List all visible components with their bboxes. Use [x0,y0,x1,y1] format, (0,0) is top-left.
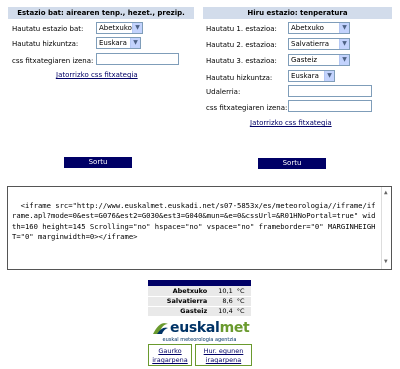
next-days-forecast-link[interactable]: Hur. egunen iragarpena [195,344,252,366]
temperature-value: 10,4 [209,306,235,317]
table-row: Gasteiz 10,4 °C [148,306,251,317]
temperature-value: 8,6 [209,296,235,307]
euskalmet-logo: euskalmet euskal meteorologia agentzia [148,320,251,344]
temperature-table: Abetxuko 10,1 °C Salvatierra 8,6 °C Gast… [148,286,251,317]
station-select[interactable]: Abetxuko ▼ [96,22,143,34]
logo-text-a: euskal [170,319,220,336]
station-name: Salvatierra [148,296,210,307]
scroll-down-arrow-icon[interactable]: ▼ [384,257,388,268]
station-name: Abetxuko [148,286,210,297]
town-input[interactable] [288,85,372,97]
chevron-down-icon: ▼ [132,23,142,33]
generate-three-button[interactable]: Sortu [258,158,326,169]
temperature-unit: °C [234,306,251,317]
css-file-input[interactable] [96,53,179,65]
language-select[interactable]: Euskara ▼ [96,37,141,49]
station-select-label: Hautatu estazio bat: [12,25,84,33]
town-label: Udalerria: [206,88,241,96]
chevron-down-icon: ▼ [324,71,334,81]
language-select-value: Euskara [99,39,127,47]
iframe-code-textarea[interactable]: <iframe src="http://www.euskalmet.euskad… [7,186,392,270]
station3-select[interactable]: Gasteiz ▼ [288,54,350,66]
single-station-panel: Estazio bat: airearen tenp., hezet., pre… [8,7,194,19]
euskalmet-logo-icon [153,322,168,334]
original-css-link[interactable]: Jatorrizko css fitxategia [56,71,138,79]
station3-select-label: Hautatu 3. estazioa: [206,57,277,65]
logo-wordmark: euskalmet [170,319,250,336]
logo-subtitle: euskal meteorologia agentzia [162,336,237,343]
chevron-down-icon: ▼ [339,23,349,33]
station-name: Gasteiz [148,306,210,317]
temperature-unit: °C [234,296,251,307]
css-file2-label: css fitxategiaren izena: [206,104,288,112]
chevron-down-icon: ▼ [339,39,349,49]
single-station-panel-title: Estazio bat: airearen tenp., hezet., pre… [8,7,194,19]
css-file-label: css fitxategiaren izena: [12,57,94,65]
original-css2-link[interactable]: Jatorrizko css fitxategia [250,119,332,127]
station2-select-label: Hautatu 2. estazioa: [206,41,277,49]
language2-select-label: Hautatu hizkuntza: [206,74,273,82]
station1-select-label: Hautatu 1. estazioa: [206,25,277,33]
temperature-value: 10,1 [209,286,235,297]
three-station-panel: Hiru estazio: tenperatura [203,7,392,19]
logo-text-b: met [219,319,250,336]
widget-preview: Abetxuko 10,1 °C Salvatierra 8,6 °C Gast… [148,280,251,344]
css-file2-input[interactable] [288,100,372,112]
station3-select-value: Gasteiz [291,56,318,64]
language2-select-value: Euskara [291,72,319,80]
generate-single-button[interactable]: Sortu [64,157,132,168]
chevron-down-icon: ▼ [339,55,349,65]
language2-select[interactable]: Euskara ▼ [288,70,335,82]
station1-select-value: Abetxuko [291,24,324,32]
station2-select-value: Salvatierra [291,40,330,48]
station2-select[interactable]: Salvatierra ▼ [288,38,350,50]
table-row: Salvatierra 8,6 °C [148,296,251,307]
language-select-label: Hautatu hizkuntza: [12,40,79,48]
three-station-panel-title: Hiru estazio: tenperatura [203,7,392,19]
chevron-down-icon: ▼ [130,38,140,48]
station1-select[interactable]: Abetxuko ▼ [288,22,350,34]
station-select-value: Abetxuko [99,24,132,32]
scroll-up-arrow-icon[interactable]: ▲ [384,188,388,199]
code-scrollbar[interactable]: ▲ ▼ [381,187,391,269]
iframe-code-text: <iframe src="http://www.euskalmet.euskad… [12,200,376,242]
table-row: Abetxuko 10,1 °C [148,286,251,297]
temperature-unit: °C [234,286,251,297]
today-forecast-link[interactable]: Gaurko iragarpena [148,344,192,366]
